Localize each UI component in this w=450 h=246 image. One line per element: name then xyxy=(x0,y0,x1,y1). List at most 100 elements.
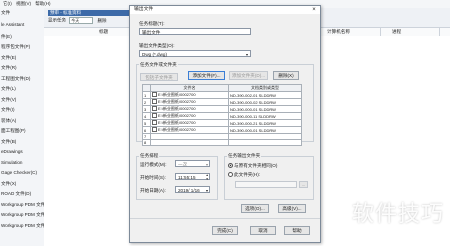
file-type-cell: ND-390-000-01 SLDDRW xyxy=(228,126,302,134)
file-type-cell: ND-390-000-01 SLDDRW xyxy=(228,105,302,113)
sidebar-item[interactable]: Simulation xyxy=(1,160,22,165)
sidebar-item[interactable]: 面工程图(P) xyxy=(1,128,26,134)
start-date-label: 开始日期(A): xyxy=(140,188,166,193)
schedule-group-label: 任务排程 xyxy=(139,153,160,159)
table-row[interactable]: 4 E:\新业图纸\0002700 ND-390-000-11 SLDDRW xyxy=(142,112,302,120)
menu-item[interactable]: 视图(V) xyxy=(16,1,31,6)
dialog-titlebar: 输出文件 xyxy=(130,6,320,14)
chevron-down-icon: ▾ xyxy=(245,52,248,57)
sidebar-item[interactable]: 文件(E) xyxy=(1,55,16,61)
show-tasks-value: 今天 xyxy=(71,18,80,23)
file-type-cell: ND-390-000-21 SLDDRW xyxy=(228,119,302,127)
output-folder-group-label: 任务输出文件夹 xyxy=(227,153,262,159)
sidebar-item[interactable]: Workgroup PDM 文件 xyxy=(1,223,45,229)
run-mode-select[interactable]: 一次 ▾ xyxy=(175,160,210,167)
include-subfolders-button[interactable]: 包括子文件夹 xyxy=(140,73,178,81)
sidebar-item[interactable]: Workgroup PDM 文件 xyxy=(1,212,45,218)
chevron-down-icon: ▾ xyxy=(205,162,208,167)
add-folder-button[interactable]: 添加文件夹(D)... xyxy=(229,71,268,80)
sidebar-item[interactable]: 文件(X) xyxy=(1,181,16,187)
file-name-cell: E:\新业图纸\0002700 xyxy=(150,112,229,120)
show-tasks-select[interactable]: 今天 xyxy=(69,17,94,24)
sidebar-item[interactable]: 文件 xyxy=(1,10,10,16)
file-name: E:\新业图纸\0002700 xyxy=(158,99,196,104)
start-date-value: 2019/ 1/16 xyxy=(178,188,200,193)
chevron-down-icon: ▾ xyxy=(205,188,208,193)
file-table-header: 文件名 文档类别或类型 xyxy=(142,84,302,92)
file-name: E:\新业图纸\0002700 xyxy=(158,127,196,132)
output-type-select[interactable]: Dwg (*.dwg) ▾ xyxy=(139,50,251,57)
file-table: 文件名 文档类别或类型 1 E:\新业图纸\0002700 ND-390-002… xyxy=(142,84,302,146)
delete-task-button[interactable]: 删除 xyxy=(98,18,107,23)
run-mode-label: 运行模式(M): xyxy=(140,162,167,167)
sidebar-item[interactable]: 文件(B) xyxy=(1,139,16,145)
filename-column-header[interactable]: 文件名 xyxy=(150,84,229,92)
row-number: 8 xyxy=(142,139,151,146)
row-number-header xyxy=(142,84,151,92)
sidebar-item[interactable]: 文件(I) xyxy=(1,107,15,113)
row-checkbox[interactable] xyxy=(152,113,157,119)
sidebar-item[interactable]: 工程图文件(D) xyxy=(1,76,30,82)
table-row[interactable]: 8 xyxy=(142,139,302,146)
start-time-input[interactable]: 11:55:15 ▴ ▾ xyxy=(175,173,210,180)
table-row[interactable]: 3 E:\新业图纸\0002700 ND-390-000-01 SLDDRW xyxy=(142,105,302,113)
file-name-cell: E:\新业图纸\0002700 xyxy=(150,126,229,134)
table-row[interactable]: 2 E:\新业图纸\0002700 ND-390-000-02 SLDDRW xyxy=(142,98,302,106)
row-checkbox[interactable] xyxy=(152,92,157,98)
sidebar-item[interactable]: Gage Checker(C) xyxy=(1,170,37,175)
dialog-title: 输出文件 xyxy=(134,7,154,12)
add-file-button[interactable]: 添加文件(F)... xyxy=(188,71,225,80)
row-checkbox[interactable] xyxy=(152,106,157,112)
dialog-separator xyxy=(130,218,320,219)
sidebar-item[interactable]: 文件(V) xyxy=(1,97,16,103)
start-time-value: 11:55:15 xyxy=(178,175,196,180)
column-computer-header[interactable]: 计算机名称 xyxy=(327,28,350,36)
advanced-button[interactable]: 高级(V)... xyxy=(278,204,306,213)
sidebar-item[interactable]: 文件(L) xyxy=(1,86,16,92)
show-tasks-label: 显示任务 xyxy=(48,17,66,23)
column-name-header[interactable]: 标题 xyxy=(99,28,108,36)
sidebar-item[interactable]: eDrawings xyxy=(1,149,23,154)
table-row[interactable]: 6 E:\新业图纸\0002700 ND-390-000-01 SLDDRW xyxy=(142,126,302,134)
row-number: 3 xyxy=(142,105,151,113)
sidebar-item[interactable]: 件(E) xyxy=(1,34,12,40)
delete-file-button[interactable]: 删除(X) xyxy=(273,71,299,80)
radio-this-folder[interactable]: 此文件夹(H): xyxy=(228,172,260,178)
column-progress-header[interactable]: 进程 xyxy=(392,28,401,36)
radio-same-folder[interactable]: 与原有文件夹相同(O) xyxy=(228,163,277,169)
spinner-icon[interactable]: ▴ ▾ xyxy=(206,173,208,181)
table-row[interactable]: 5 E:\新业图纸\0002700 ND-390-000-21 SLDDRW xyxy=(142,119,302,127)
options-button[interactable]: 选项(O)... xyxy=(241,204,269,213)
row-checkbox[interactable] xyxy=(152,127,157,133)
output-files-dialog: 输出文件 × 任务标题(T): 输出文件 输出文件类型(O): Dwg (*.d… xyxy=(129,5,321,243)
column-divider xyxy=(380,28,381,36)
file-name-cell xyxy=(150,139,229,146)
filetype-column-header[interactable]: 文档类别或类型 xyxy=(228,84,302,92)
file-name-cell: E:\新业图纸\0002700 xyxy=(150,91,229,99)
file-name: E:\新业图纸\0002700 xyxy=(158,92,196,97)
output-folder-input[interactable] xyxy=(235,181,297,188)
browse-button[interactable]: ... xyxy=(299,181,308,188)
cancel-button[interactable]: 取消 xyxy=(250,226,276,235)
sidebar-item[interactable]: 文件(R) xyxy=(1,65,17,71)
sidebar-item[interactable]: 装体(A) xyxy=(1,118,16,124)
sidebar-item[interactable]: le Assistant xyxy=(1,22,24,27)
table-row[interactable]: 1 E:\新业图纸\0002700 ND-390-002-01 SLDDRW xyxy=(142,91,302,99)
help-button[interactable]: 帮助 xyxy=(284,226,310,235)
task-name-input[interactable]: 输出文件 xyxy=(139,28,251,35)
close-icon[interactable]: × xyxy=(310,6,318,14)
start-date-input[interactable]: 2019/ 1/16 ▾ xyxy=(175,186,210,193)
row-checkbox[interactable] xyxy=(152,99,157,105)
radio-unselected-icon xyxy=(228,172,233,178)
sidebar-item[interactable]: Workgroup PDM 文件 xyxy=(1,202,45,208)
file-type-cell: ND-390-000-02 SLDDRW xyxy=(228,98,302,106)
row-checkbox[interactable] xyxy=(152,120,157,126)
row-number: 1 xyxy=(142,91,151,99)
menu-item[interactable]: 它(I) xyxy=(3,1,12,6)
file-type-cell xyxy=(228,139,302,146)
sidebar-item[interactable]: ROAD 文件(D) xyxy=(1,191,31,197)
file-name-cell: E:\新业图纸\0002700 xyxy=(150,105,229,113)
menu-item[interactable]: 帮助(H) xyxy=(35,1,50,6)
sidebar-item[interactable]: 程序包文件(P) xyxy=(1,44,30,50)
finish-button[interactable]: 完成(C) xyxy=(212,226,238,235)
